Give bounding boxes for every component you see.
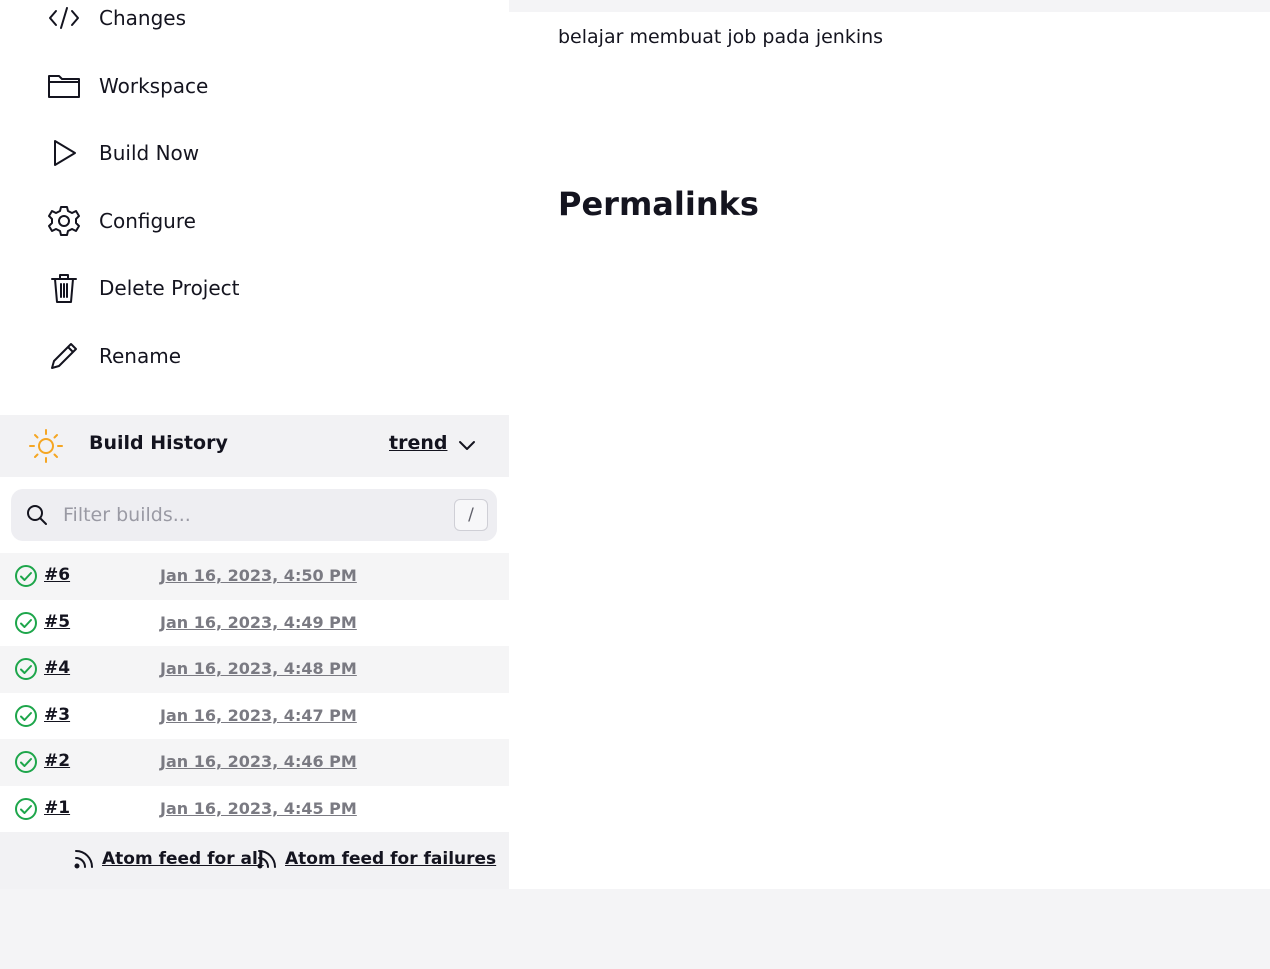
build-row: #6 Jan 16, 2023, 4:50 PM <box>0 553 509 600</box>
sidebar-task-label: Workspace <box>99 74 209 98</box>
permalinks-heading: Permalinks <box>558 185 759 223</box>
success-icon <box>14 704 38 728</box>
project-description: belajar membuat job pada jenkins <box>558 26 884 48</box>
keyboard-shortcut-hint: / <box>454 499 488 531</box>
play-icon <box>46 135 82 171</box>
build-number-link[interactable]: #1 <box>44 798 70 818</box>
success-icon <box>14 564 38 588</box>
trend-link[interactable]: trend <box>389 432 447 454</box>
pencil-icon <box>46 338 82 374</box>
atom-feed-all-label: Atom feed for all <box>102 849 264 869</box>
build-number-link[interactable]: #4 <box>44 658 70 678</box>
sidebar-task-label: Changes <box>99 6 186 30</box>
code-icon <box>46 0 82 36</box>
atom-feed-failures-label: Atom feed for failures <box>285 849 497 869</box>
build-list: #6 Jan 16, 2023, 4:50 PM #5 Jan 16, 2023… <box>0 553 509 832</box>
success-icon <box>14 750 38 774</box>
build-number-link[interactable]: #2 <box>44 751 70 771</box>
trash-icon <box>46 270 82 306</box>
sidebar-task-build-now[interactable]: Build Now <box>46 133 199 173</box>
main-content: belajar membuat job pada jenkins Permali… <box>509 12 1270 889</box>
filter-builds-input[interactable] <box>63 499 443 531</box>
build-number-link[interactable]: #3 <box>44 705 70 725</box>
atom-feed-all-link[interactable]: Atom feed for all <box>72 847 264 871</box>
build-date-link[interactable]: Jan 16, 2023, 4:48 PM <box>160 659 357 678</box>
build-row: #2 Jan 16, 2023, 4:46 PM <box>0 739 509 786</box>
atom-feeds-bar: Atom feed for all Atom feed for failures <box>0 832 509 889</box>
success-icon <box>14 611 38 635</box>
success-icon <box>14 797 38 821</box>
build-number-link[interactable]: #6 <box>44 565 70 585</box>
gear-icon <box>46 203 82 239</box>
sidebar-task-delete-project[interactable]: Delete Project <box>46 268 240 308</box>
build-history-header: Build History trend <box>0 415 509 477</box>
sidebar-task-changes[interactable]: Changes <box>46 0 186 38</box>
rss-icon <box>255 847 279 871</box>
sun-icon <box>28 428 64 464</box>
sidebar-task-label: Build Now <box>99 141 200 165</box>
sidebar-task-configure[interactable]: Configure <box>46 201 196 241</box>
search-icon <box>25 503 49 527</box>
build-date-link[interactable]: Jan 16, 2023, 4:46 PM <box>160 752 357 771</box>
sidebar-task-label: Delete Project <box>99 276 240 300</box>
sidebar-task-rename[interactable]: Rename <box>46 336 181 376</box>
build-date-link[interactable]: Jan 16, 2023, 4:47 PM <box>160 706 357 725</box>
build-date-link[interactable]: Jan 16, 2023, 4:50 PM <box>160 566 357 585</box>
build-row: #5 Jan 16, 2023, 4:49 PM <box>0 600 509 647</box>
sidebar-task-workspace[interactable]: Workspace <box>46 66 208 106</box>
folder-icon <box>46 68 82 104</box>
build-row: #3 Jan 16, 2023, 4:47 PM <box>0 693 509 740</box>
chevron-down-icon[interactable] <box>455 433 479 457</box>
build-date-link[interactable]: Jan 16, 2023, 4:45 PM <box>160 799 357 818</box>
rss-icon <box>72 847 96 871</box>
build-date-link[interactable]: Jan 16, 2023, 4:49 PM <box>160 613 357 632</box>
build-row: #1 Jan 16, 2023, 4:45 PM <box>0 786 509 833</box>
build-number-link[interactable]: #5 <box>44 612 70 632</box>
atom-feed-failures-link[interactable]: Atom feed for failures <box>255 847 496 871</box>
sidebar-task-label: Configure <box>99 209 196 233</box>
filter-builds-box: / <box>11 489 497 541</box>
sidebar: Changes Workspace Build Now Configure De… <box>0 0 509 889</box>
build-history-title: Build History <box>89 432 228 454</box>
build-row: #4 Jan 16, 2023, 4:48 PM <box>0 646 509 693</box>
success-icon <box>14 657 38 681</box>
sidebar-task-label: Rename <box>99 344 182 368</box>
